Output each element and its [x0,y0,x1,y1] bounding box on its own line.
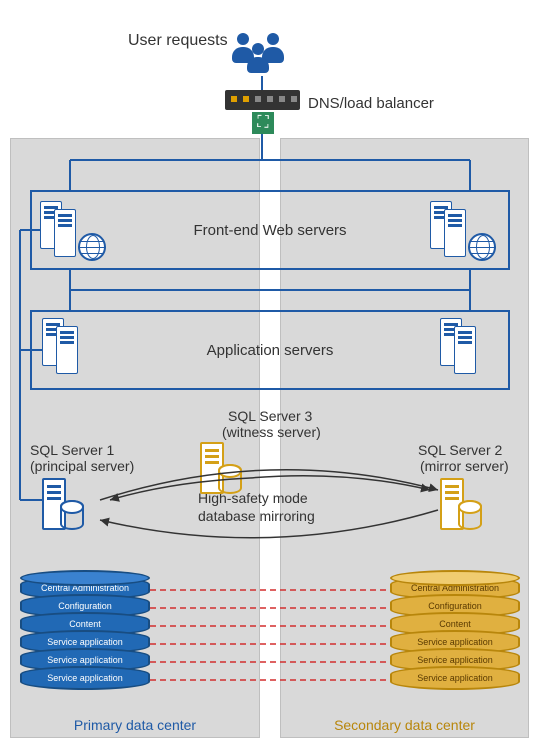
sql2-role: (mirror server) [420,458,509,474]
app-server-secondary-icon [440,312,510,382]
web-tier-label: Front-end Web servers [193,222,346,239]
dns-load-balancer-label: DNS/load balancer [308,95,434,112]
secondary-dc-label: Secondary data center [281,717,528,733]
primary-db-stack: Central Administration Configuration Con… [20,570,150,690]
app-server-primary-icon [42,312,112,382]
primary-dc-label: Primary data center [11,717,259,733]
globe-icon [468,233,496,261]
sql-server-2-icon [440,478,482,530]
sql3-role: (witness server) [222,424,321,440]
network-switch-icon [225,90,300,110]
web-server-primary-icon [40,195,110,265]
user-requests-label: User requests [128,32,228,50]
mirroring-label-2: database mirroring [198,508,315,524]
sql-server-3-icon [200,442,242,494]
web-server-secondary-icon [430,195,500,265]
expand-arrows-icon [252,112,274,134]
users-icon [232,25,292,75]
sql1-name: SQL Server 1 [30,442,114,458]
db-layer: Service application [20,666,150,690]
sql3-name: SQL Server 3 [228,408,312,424]
sql-server-1-icon [42,478,84,530]
secondary-db-stack: Central Administration Configuration Con… [390,570,520,690]
sql2-name: SQL Server 2 [418,442,502,458]
globe-icon [78,233,106,261]
sql1-role: (principal server) [30,458,134,474]
db-layer: Service application [390,666,520,690]
app-tier-label: Application servers [207,342,334,359]
